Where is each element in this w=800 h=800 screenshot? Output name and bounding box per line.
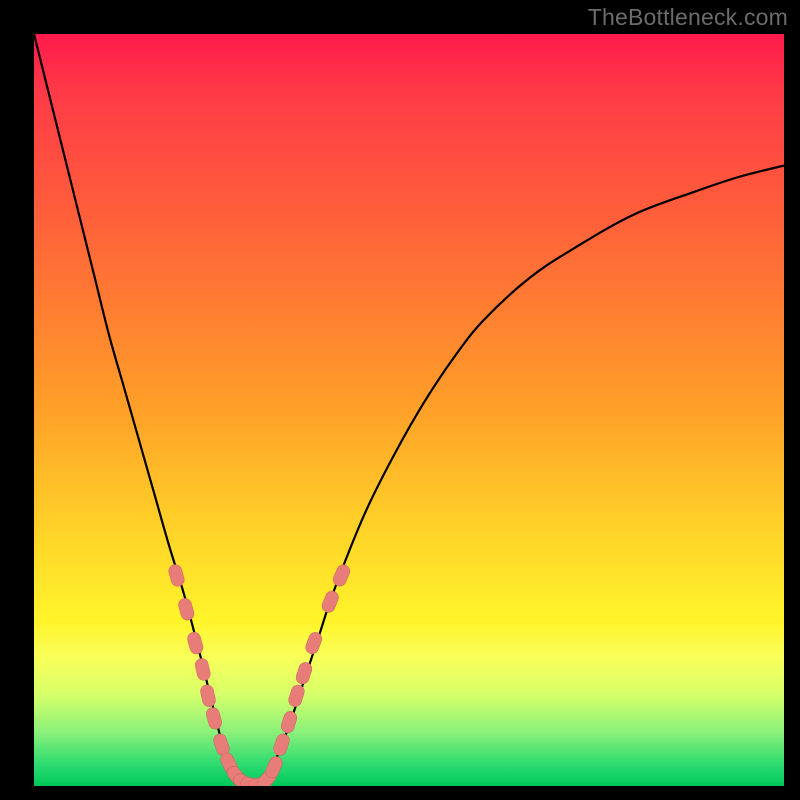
series-marker [194, 657, 212, 681]
series-marker [331, 563, 352, 588]
right-branch-path [259, 166, 784, 786]
chart-frame: TheBottleneck.com [0, 0, 800, 800]
chart-svg [34, 34, 784, 786]
marker-layer [167, 563, 352, 786]
series-marker [294, 661, 313, 686]
watermark-text: TheBottleneck.com [588, 4, 788, 31]
series-marker [167, 563, 186, 588]
series-marker [280, 710, 299, 735]
series-marker [287, 683, 306, 708]
series-marker [205, 706, 223, 731]
left-branch-path [34, 34, 259, 786]
series-marker [272, 732, 291, 757]
series-marker [199, 684, 217, 708]
series-marker [177, 597, 195, 622]
series-marker [186, 631, 204, 656]
series-marker [304, 631, 324, 656]
series-marker [320, 589, 340, 614]
